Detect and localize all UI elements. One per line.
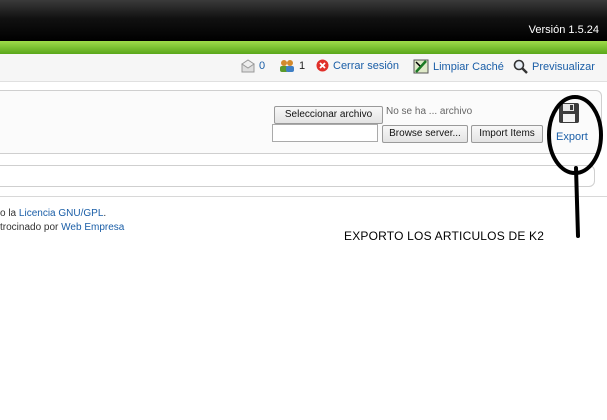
hand-drawn-annotation <box>547 95 603 238</box>
